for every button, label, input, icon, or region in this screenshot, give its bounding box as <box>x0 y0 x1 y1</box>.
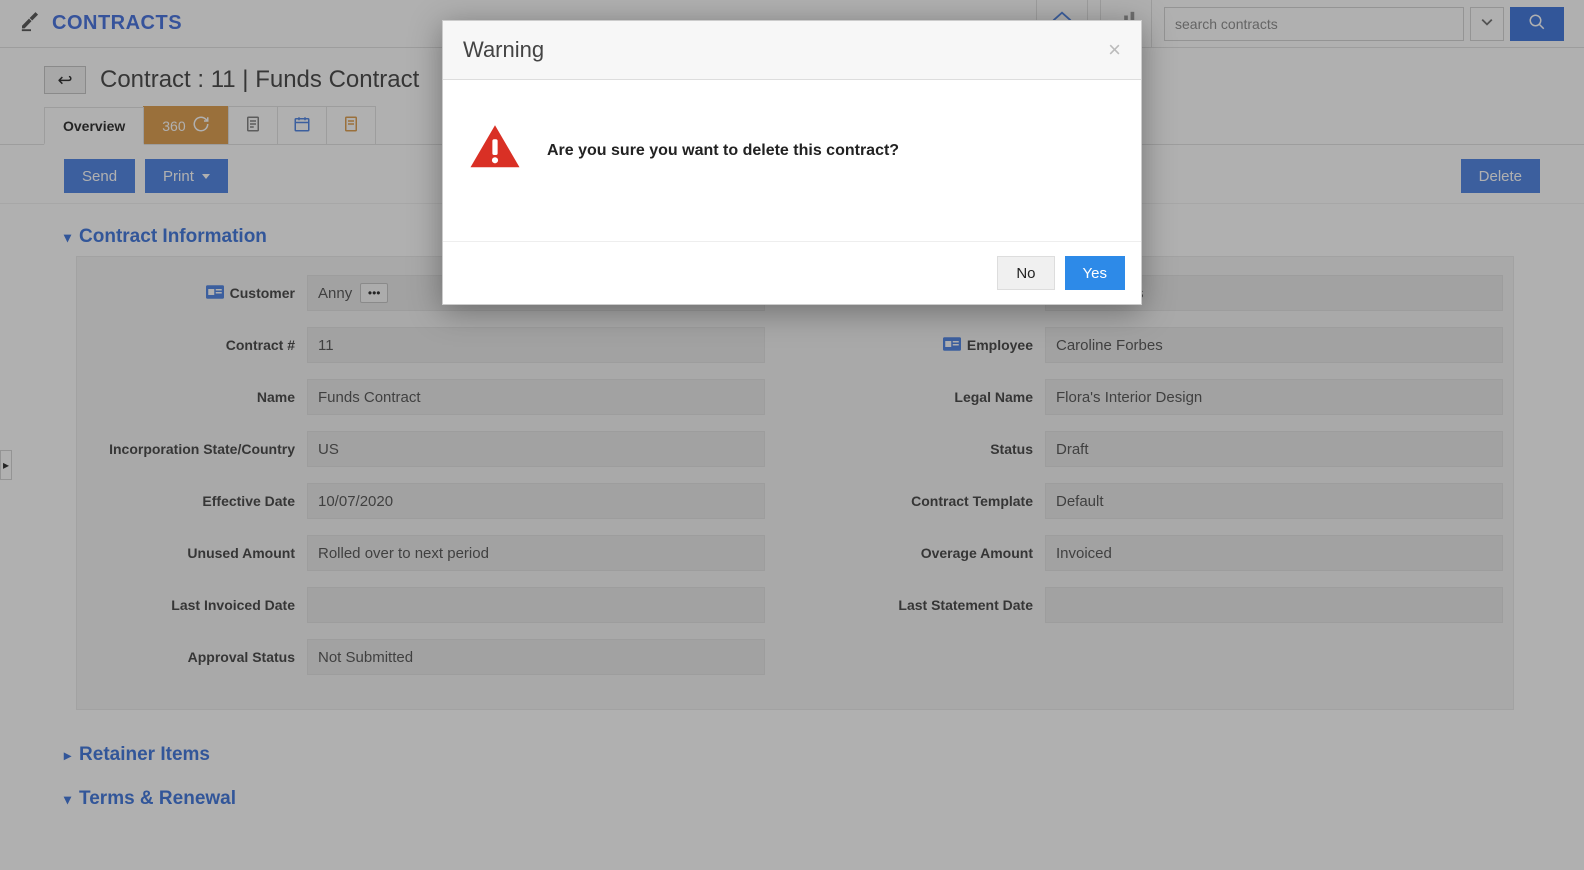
button-label: No <box>1016 265 1035 282</box>
modal-overlay: Warning × Are you sure you want to delet… <box>0 0 1584 870</box>
modal-footer: No Yes <box>443 241 1141 304</box>
button-label: Yes <box>1083 265 1107 282</box>
modal-close-button[interactable]: × <box>1108 37 1121 63</box>
modal-message: Are you sure you want to delete this con… <box>547 142 899 160</box>
close-icon: × <box>1108 37 1121 62</box>
modal-body: Are you sure you want to delete this con… <box>443 80 1141 241</box>
modal-title: Warning <box>463 37 544 63</box>
warning-icon <box>467 120 523 181</box>
warning-modal: Warning × Are you sure you want to delet… <box>442 20 1142 305</box>
modal-yes-button[interactable]: Yes <box>1065 256 1125 290</box>
modal-header: Warning × <box>443 21 1141 80</box>
modal-no-button[interactable]: No <box>997 256 1054 290</box>
